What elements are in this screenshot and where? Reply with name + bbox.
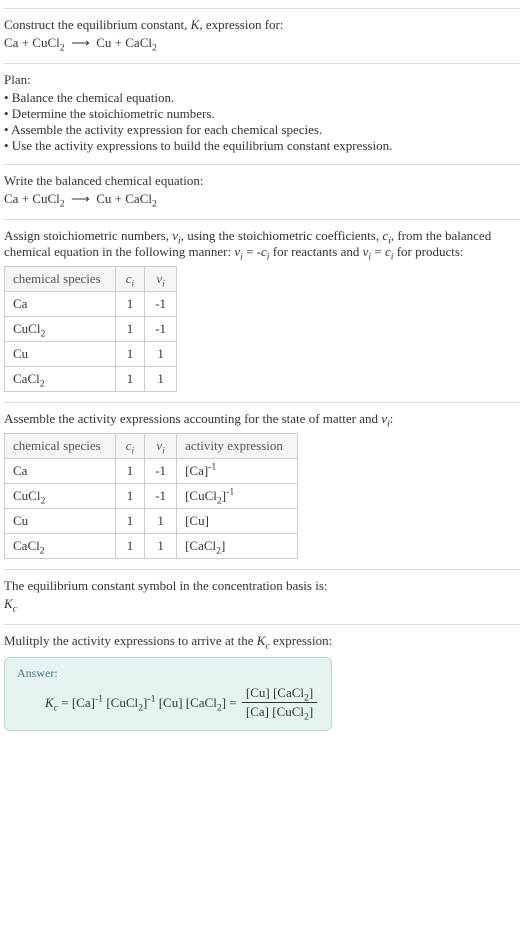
stoich-table: chemical species ci νi Ca 1 -1 CuCl2 1 -…: [4, 266, 177, 392]
table-row: Ca 1 -1 [Ca]-1: [5, 459, 298, 484]
multiply-prompt: Mulitply the activity expressions to arr…: [4, 633, 520, 649]
cell-activity: [CaCl2]: [177, 534, 298, 559]
col-species: chemical species: [5, 434, 116, 459]
activity-table: chemical species ci νi activity expressi…: [4, 433, 298, 559]
intro-prompt: Construct the equilibrium constant, K, e…: [4, 17, 520, 33]
col-activity: activity expression: [177, 434, 298, 459]
plan-section: Plan: • Balance the chemical equation. •…: [4, 63, 520, 164]
cell-species: CaCl2: [5, 534, 116, 559]
table-row: Cu 1 1 [Cu]: [5, 509, 298, 534]
fraction-numerator: [Cu] [CaCl2]: [242, 685, 317, 703]
cell-ci: 1: [115, 317, 145, 342]
cell-vi: 1: [145, 367, 177, 392]
cell-vi: 1: [145, 342, 177, 367]
cell-activity: [CuCl2]-1: [177, 484, 298, 509]
cell-activity: [Ca]-1: [177, 459, 298, 484]
cell-activity: [Cu]: [177, 509, 298, 534]
balanced-section: Write the balanced chemical equation: Ca…: [4, 164, 520, 219]
col-vi: νi: [145, 267, 177, 292]
plan-title: Plan:: [4, 72, 520, 88]
cell-vi: -1: [145, 317, 177, 342]
col-ci: ci: [115, 267, 145, 292]
cell-ci: 1: [115, 367, 145, 392]
assign-prompt: Assign stoichiometric numbers, νi, using…: [4, 228, 520, 260]
col-species: chemical species: [5, 267, 116, 292]
cell-ci: 1: [115, 509, 145, 534]
cell-ci: 1: [115, 292, 145, 317]
symbol-section: The equilibrium constant symbol in the c…: [4, 569, 520, 624]
table-row: CaCl2 1 1 [CaCl2]: [5, 534, 298, 559]
activity-prompt: Assemble the activity expressions accoun…: [4, 411, 520, 427]
cell-ci: 1: [115, 534, 145, 559]
cell-species: CuCl2: [5, 484, 116, 509]
cell-species: Cu: [5, 342, 116, 367]
answer-label: Answer:: [17, 666, 319, 681]
cell-ci: 1: [115, 484, 145, 509]
plan-item: • Determine the stoichiometric numbers.: [4, 106, 520, 122]
multiply-section: Mulitply the activity expressions to arr…: [4, 624, 520, 741]
table-row: CuCl2 1 -1: [5, 317, 177, 342]
intro-section: Construct the equilibrium constant, K, e…: [4, 8, 520, 63]
answer-expression: Kc = [Ca]-1 [CuCl2]-1 [Cu] [CaCl2] = [Cu…: [17, 685, 319, 720]
plan-item: • Assemble the activity expression for e…: [4, 122, 520, 138]
table-row: CuCl2 1 -1 [CuCl2]-1: [5, 484, 298, 509]
plan-item: • Use the activity expressions to build …: [4, 138, 520, 154]
col-ci: ci: [115, 434, 145, 459]
fraction-denominator: [Ca] [CuCl2]: [242, 703, 317, 720]
cell-species: Ca: [5, 292, 116, 317]
symbol-value: Kc: [4, 596, 520, 612]
symbol-prompt: The equilibrium constant symbol in the c…: [4, 578, 520, 594]
cell-ci: 1: [115, 459, 145, 484]
cell-vi: -1: [145, 484, 177, 509]
cell-species: Ca: [5, 459, 116, 484]
cell-species: CuCl2: [5, 317, 116, 342]
activity-section: Assemble the activity expressions accoun…: [4, 402, 520, 569]
cell-vi: 1: [145, 534, 177, 559]
balanced-equation: Ca + CuCl2 ⟶ Cu + CaCl2: [4, 191, 520, 207]
cell-vi: -1: [145, 292, 177, 317]
table-header-row: chemical species ci νi activity expressi…: [5, 434, 298, 459]
plan-item: • Balance the chemical equation.: [4, 90, 520, 106]
cell-vi: 1: [145, 509, 177, 534]
table-row: CaCl2 1 1: [5, 367, 177, 392]
intro-equation: Ca + CuCl2 ⟶ Cu + CaCl2: [4, 35, 520, 51]
table-header-row: chemical species ci νi: [5, 267, 177, 292]
balanced-prompt: Write the balanced chemical equation:: [4, 173, 520, 189]
cell-ci: 1: [115, 342, 145, 367]
cell-species: CaCl2: [5, 367, 116, 392]
table-row: Ca 1 -1: [5, 292, 177, 317]
cell-vi: -1: [145, 459, 177, 484]
answer-box: Answer: Kc = [Ca]-1 [CuCl2]-1 [Cu] [CaCl…: [4, 657, 332, 731]
col-vi: νi: [145, 434, 177, 459]
table-row: Cu 1 1: [5, 342, 177, 367]
cell-species: Cu: [5, 509, 116, 534]
assign-section: Assign stoichiometric numbers, νi, using…: [4, 219, 520, 402]
answer-fraction: [Cu] [CaCl2] [Ca] [CuCl2]: [242, 685, 317, 720]
